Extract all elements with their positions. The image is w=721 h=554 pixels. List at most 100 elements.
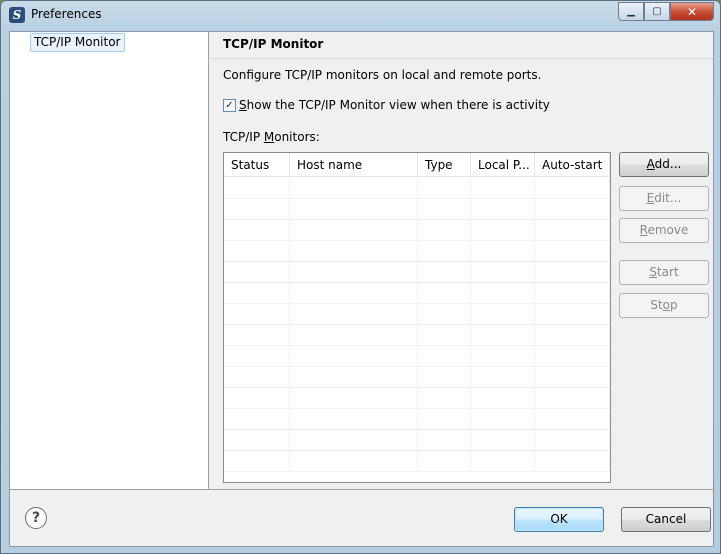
table-row bbox=[224, 283, 610, 304]
table-row bbox=[224, 262, 610, 283]
table-cell bbox=[290, 262, 418, 283]
tree-item-tcpip-monitor[interactable]: TCP/IP Monitor bbox=[30, 33, 125, 52]
mnemonic: A bbox=[646, 157, 655, 171]
table-cell bbox=[535, 178, 610, 199]
minimize-button[interactable]: ▁ bbox=[618, 2, 644, 21]
table-cell bbox=[471, 388, 535, 409]
table-cell bbox=[224, 241, 290, 262]
help-icon[interactable]: ? bbox=[25, 507, 47, 529]
table-cell bbox=[224, 283, 290, 304]
table-cell bbox=[471, 304, 535, 325]
eclipse-app-icon: S bbox=[9, 7, 25, 23]
table-cell bbox=[224, 409, 290, 430]
monitors-table[interactable]: Status Host name Type Local P... Auto-st… bbox=[223, 152, 611, 483]
table-cell bbox=[471, 367, 535, 388]
table-row bbox=[224, 346, 610, 367]
table-cell bbox=[535, 409, 610, 430]
table-cell bbox=[471, 430, 535, 451]
table-cell bbox=[471, 346, 535, 367]
remove-button[interactable]: Remove bbox=[619, 218, 709, 243]
column-header-local-port[interactable]: Local P... bbox=[471, 153, 535, 177]
title-bar[interactable]: S Preferences ▁ ▢ ✕ bbox=[1, 1, 720, 31]
table-cell bbox=[418, 388, 471, 409]
table-cell bbox=[290, 325, 418, 346]
maximize-button[interactable]: ▢ bbox=[644, 2, 670, 21]
table-cell bbox=[290, 178, 418, 199]
table-row bbox=[224, 451, 610, 472]
table-cell bbox=[535, 430, 610, 451]
table-cell bbox=[224, 367, 290, 388]
label-part: dd... bbox=[654, 157, 682, 171]
table-cell bbox=[471, 220, 535, 241]
table-cell bbox=[290, 304, 418, 325]
mnemonic: M bbox=[263, 130, 275, 144]
table-row bbox=[224, 325, 610, 346]
table-cell bbox=[224, 325, 290, 346]
table-cell bbox=[535, 388, 610, 409]
table-cell bbox=[418, 199, 471, 220]
close-button[interactable]: ✕ bbox=[670, 2, 714, 21]
table-cell bbox=[471, 178, 535, 199]
table-cell bbox=[290, 346, 418, 367]
table-cell bbox=[418, 262, 471, 283]
close-icon: ✕ bbox=[686, 4, 698, 19]
table-row bbox=[224, 430, 610, 451]
table-row bbox=[224, 178, 610, 199]
table-cell bbox=[290, 241, 418, 262]
table-cell bbox=[535, 304, 610, 325]
column-header-auto-start[interactable]: Auto-start bbox=[535, 153, 610, 177]
stop-button[interactable]: Stop bbox=[619, 293, 709, 318]
label-part: onitors: bbox=[274, 130, 320, 144]
ok-button[interactable]: OK bbox=[514, 507, 604, 532]
preference-page: TCP/IP Monitor Configure TCP/IP monitors… bbox=[210, 32, 713, 489]
table-cell bbox=[224, 451, 290, 472]
caption-buttons: ▁ ▢ ✕ bbox=[618, 2, 714, 21]
table-cell bbox=[535, 262, 610, 283]
table-cell bbox=[290, 220, 418, 241]
column-header-host-name[interactable]: Host name bbox=[290, 153, 418, 177]
page-header: TCP/IP Monitor bbox=[210, 32, 713, 59]
label-part: emove bbox=[647, 223, 689, 237]
table-row bbox=[224, 367, 610, 388]
table-cell bbox=[290, 388, 418, 409]
table-cell bbox=[535, 346, 610, 367]
table-cell bbox=[290, 430, 418, 451]
column-header-type[interactable]: Type bbox=[418, 153, 471, 177]
maximize-icon: ▢ bbox=[652, 6, 662, 17]
table-cell bbox=[418, 430, 471, 451]
label-part: TCP/IP bbox=[223, 130, 264, 144]
table-cell bbox=[290, 283, 418, 304]
table-cell bbox=[418, 346, 471, 367]
show-view-checkbox[interactable]: ✓ bbox=[223, 98, 236, 112]
table-cell bbox=[290, 367, 418, 388]
column-header-status[interactable]: Status bbox=[224, 153, 290, 177]
label-part: St bbox=[650, 298, 663, 312]
table-cell bbox=[224, 178, 290, 199]
table-row bbox=[224, 220, 610, 241]
mnemonic: S bbox=[239, 98, 247, 112]
table-row bbox=[224, 241, 610, 262]
label-part: p bbox=[670, 298, 678, 312]
show-view-checkbox-row[interactable]: ✓ Show the TCP/IP Monitor view when ther… bbox=[223, 98, 550, 112]
mnemonic: S bbox=[649, 265, 657, 279]
table-cell bbox=[290, 409, 418, 430]
window-title: Preferences bbox=[31, 7, 102, 21]
table-cell bbox=[418, 220, 471, 241]
label-part: dit... bbox=[654, 191, 682, 205]
add-button[interactable]: Add... bbox=[619, 152, 709, 177]
table-cell bbox=[471, 262, 535, 283]
cancel-button[interactable]: Cancel bbox=[621, 507, 711, 532]
table-cell bbox=[471, 325, 535, 346]
edit-button[interactable]: Edit... bbox=[619, 186, 709, 211]
table-cell bbox=[290, 199, 418, 220]
table-cell bbox=[535, 241, 610, 262]
page-title: TCP/IP Monitor bbox=[223, 37, 324, 51]
table-cell bbox=[535, 199, 610, 220]
table-cell bbox=[471, 409, 535, 430]
table-cell bbox=[535, 367, 610, 388]
start-button[interactable]: Start bbox=[619, 260, 709, 285]
dialog-client-area: TCP/IP Monitor TCP/IP Monitor Configure … bbox=[9, 31, 714, 547]
table-cell bbox=[290, 451, 418, 472]
table-row bbox=[224, 199, 610, 220]
minimize-icon: ▁ bbox=[627, 6, 635, 17]
